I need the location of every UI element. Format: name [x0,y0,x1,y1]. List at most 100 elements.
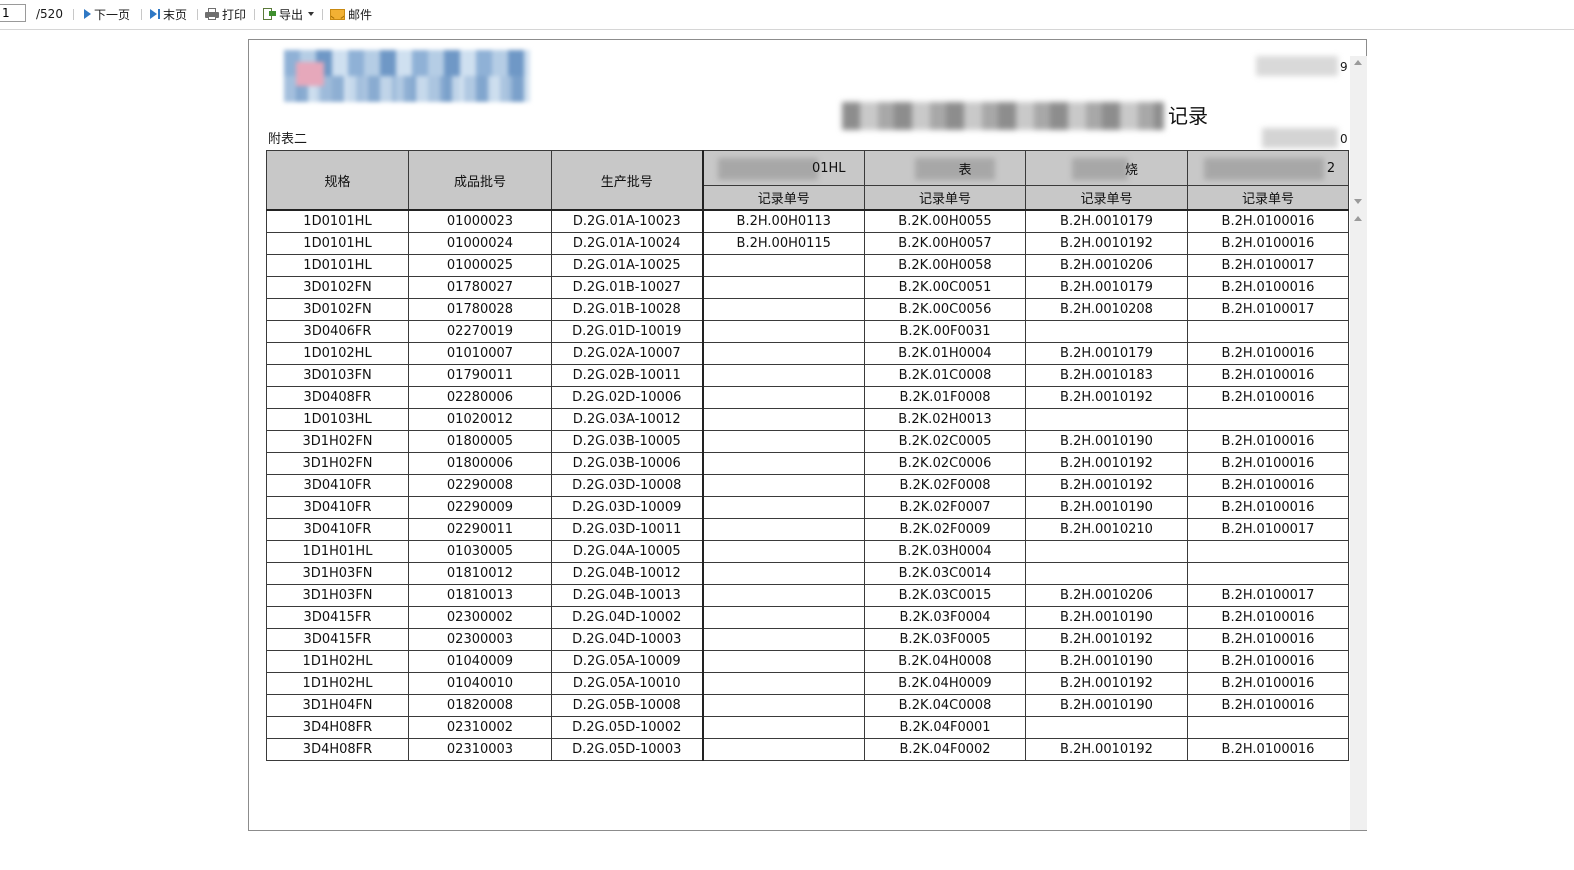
cell-record-no-3 [1025,408,1188,431]
cell-record-no-1 [701,606,865,629]
obscured-page-info [1256,56,1338,76]
report-title-suffix: 记录 [1168,104,1208,128]
export-label: 导出 [279,7,304,22]
table-body: 1D0101HL 01000023 D.2G.01A-10023 B.2H.00H01… [266,209,1349,761]
cell-product-batch: 01000023 [408,209,552,233]
group-header-4-text: 2 [1326,160,1336,176]
batch-record-table: 规格 成品批号 生产批号 01HL 表 烧 2 记录单号 记录单号 记录单号 记… [266,150,1349,761]
cell-production-batch: D.2G.02D-10006 [551,386,703,409]
toolbar-divider [322,9,323,20]
cell-record-no-2: B.2K.02C0005 [864,430,1026,453]
cell-record-no-1 [701,562,865,585]
vertical-scrollbar[interactable] [1350,56,1367,830]
table-row: 3D0103FN 01790011 D.2G.02B-10011 B.2K.01C00… [266,364,1349,387]
column-header-record-no: 记录单号 [864,185,1026,211]
cell-production-batch: D.2G.01A-10023 [551,209,703,233]
cell-spec: 1D1H02HL [266,650,409,673]
cell-production-batch: D.2G.05D-10002 [551,716,703,739]
table-row: 3D1H03FN 01810013 D.2G.04B-10013 B.2K.03C00… [266,584,1349,607]
cell-record-no-2: B.2K.02F0008 [864,474,1026,497]
column-header-product-batch: 成品批号 [408,150,552,211]
cell-spec: 1D0101HL [266,232,409,255]
mail-button[interactable]: 邮件 [330,5,372,23]
cell-record-no-3: B.2H.0010190 [1025,650,1188,673]
table-row: 3D0102FN 01780028 D.2G.01B-10028 B.2K.00C00… [266,298,1349,321]
cell-spec: 1D1H02HL [266,672,409,695]
scroll-up-icon[interactable] [1354,60,1362,65]
cell-record-no-2: B.2K.01H0004 [864,342,1026,365]
table-row: 3D0415FR 02300002 D.2G.04D-10002 B.2K.03F00… [266,606,1349,629]
cell-product-batch: 02280006 [408,386,552,409]
table-row: 3D1H02FN 01800005 D.2G.03B-10005 B.2K.02C00… [266,430,1349,453]
cell-record-no-4 [1187,562,1349,585]
cell-production-batch: D.2G.02A-10007 [551,342,703,365]
cell-record-no-4 [1187,716,1349,739]
cell-spec: 3D1H02FN [266,430,409,453]
cell-product-batch: 01810013 [408,584,552,607]
cell-product-batch: 02310003 [408,738,552,761]
cell-spec: 3D0410FR [266,518,409,541]
cell-record-no-2: B.2K.00H0057 [864,232,1026,255]
cell-record-no-4: B.2H.0100016 [1187,452,1349,475]
cell-record-no-4: B.2H.0100016 [1187,276,1349,299]
cell-record-no-3: B.2H.0010206 [1025,254,1188,277]
group-header-2: 表 [864,150,1026,186]
cell-record-no-4: B.2H.0100017 [1187,518,1349,541]
last-page-label: 末页 [163,7,188,22]
cell-record-no-2: B.2K.01F0008 [864,386,1026,409]
export-icon [262,7,276,21]
cell-product-batch: 01820008 [408,694,552,717]
cell-spec: 3D4H08FR [266,716,409,739]
scroll-up-icon[interactable] [1354,216,1362,221]
cell-record-no-3: B.2H.0010190 [1025,496,1188,519]
table-row: 1D1H02HL 01040009 D.2G.05A-10009 B.2K.04H00… [266,650,1349,673]
cell-spec: 3D0102FN [266,298,409,321]
column-header-production-batch: 生产批号 [551,150,703,211]
cell-record-no-3: B.2H.0010192 [1025,386,1188,409]
cell-record-no-4: B.2H.0100016 [1187,672,1349,695]
page-number-input[interactable] [0,4,26,22]
cell-product-batch: 01010007 [408,342,552,365]
cell-production-batch: D.2G.03D-10009 [551,496,703,519]
dropdown-caret-icon[interactable] [308,12,315,16]
cell-product-batch: 02270019 [408,320,552,343]
cell-record-no-2: B.2K.00C0051 [864,276,1026,299]
cell-product-batch: 02290009 [408,496,552,519]
last-page-button[interactable]: 末页 [150,5,187,23]
cell-record-no-1 [701,342,865,365]
cell-product-batch: 02290008 [408,474,552,497]
export-button[interactable]: 导出 [262,5,315,23]
mail-icon [330,8,345,20]
cell-record-no-4: B.2H.0100016 [1187,386,1349,409]
cell-record-no-2: B.2K.00C0056 [864,298,1026,321]
cell-production-batch: D.2G.01B-10028 [551,298,703,321]
cell-record-no-3 [1025,320,1188,343]
table-row: 1D0101HL 01000024 D.2G.01A-10024 B.2H.00H01… [266,232,1349,255]
table-row: 3D0408FR 02280006 D.2G.02D-10006 B.2K.01F00… [266,386,1349,409]
cell-record-no-3: B.2H.0010192 [1025,672,1188,695]
table-row: 3D0410FR 02290009 D.2G.03D-10009 B.2K.02F00… [266,496,1349,519]
cell-product-batch: 01800006 [408,452,552,475]
cell-production-batch: D.2G.02B-10011 [551,364,703,387]
cell-product-batch: 01800005 [408,430,552,453]
cell-record-no-2: B.2K.00H0055 [864,209,1026,233]
report-toolbar: /520 下一页 末页 打印 导出 邮件 [0,0,1574,30]
print-button[interactable]: 打印 [205,5,246,23]
cell-record-no-4: B.2H.0100016 [1187,738,1349,761]
last-page-icon [150,9,160,19]
cell-record-no-4: B.2H.0100016 [1187,650,1349,673]
cell-record-no-4: B.2H.0100017 [1187,254,1349,277]
cell-record-no-3: B.2H.0010210 [1025,518,1188,541]
table-row: 3D0410FR 02290008 D.2G.03D-10008 B.2K.02F00… [266,474,1349,497]
scroll-down-icon[interactable] [1354,199,1362,204]
cell-spec: 3D0410FR [266,474,409,497]
cell-record-no-3: B.2H.0010192 [1025,452,1188,475]
cell-production-batch: D.2G.03D-10011 [551,518,703,541]
table-row: 1D0101HL 01000023 D.2G.01A-10023 B.2H.00H01… [266,209,1349,233]
cell-record-no-4 [1187,320,1349,343]
cell-record-no-1 [701,408,865,431]
next-page-button[interactable]: 下一页 [84,5,130,23]
group-header-3-text: 烧 [1124,162,1138,178]
cell-record-no-1 [701,518,865,541]
cell-product-batch: 01780028 [408,298,552,321]
